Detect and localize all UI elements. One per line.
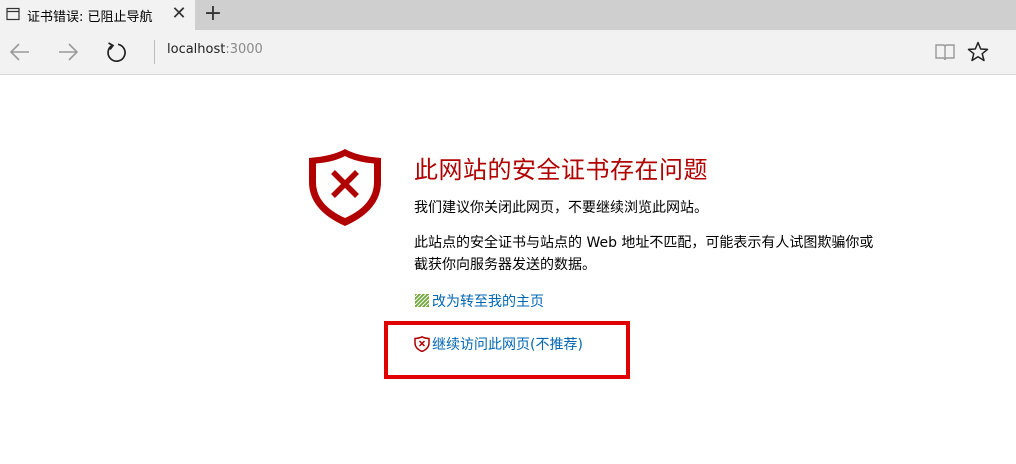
shield-x-icon (309, 149, 381, 226)
back-arrow-icon[interactable] (7, 39, 33, 65)
book-icon[interactable] (933, 40, 957, 64)
tab-bar: 证书错误: 已阻止导航 ✕ + (0, 0, 1016, 30)
page-icon (6, 7, 20, 21)
refresh-icon[interactable] (103, 39, 129, 65)
address-bar[interactable]: localhost:3000 (167, 42, 263, 57)
highlight-box (384, 321, 630, 379)
address-host: localhost (167, 42, 226, 57)
error-recommendation: 我们建议你关闭此网页，不要继续浏览此网站。 (414, 200, 708, 216)
error-title: 此网站的安全证书存在问题 (414, 156, 708, 184)
close-tab-button[interactable]: ✕ (169, 3, 189, 25)
home-link[interactable]: 改为转至我的主页 (414, 291, 544, 311)
address-port: :3000 (225, 42, 263, 57)
address-separator (154, 40, 155, 64)
new-tab-button[interactable]: + (202, 2, 224, 26)
star-icon[interactable] (966, 40, 990, 64)
home-link-label: 改为转至我的主页 (432, 294, 544, 310)
toolbar: localhost:3000 (0, 30, 1016, 75)
forward-arrow-icon[interactable] (55, 39, 81, 65)
tab-title: 证书错误: 已阻止导航 (27, 10, 153, 25)
error-detail: 此站点的安全证书与站点的 Web 地址不匹配，可能表示有人试图欺骗你或截获你向服… (414, 235, 874, 273)
tab-active[interactable]: 证书错误: 已阻止导航 ✕ (0, 0, 195, 30)
home-icon (414, 293, 430, 308)
